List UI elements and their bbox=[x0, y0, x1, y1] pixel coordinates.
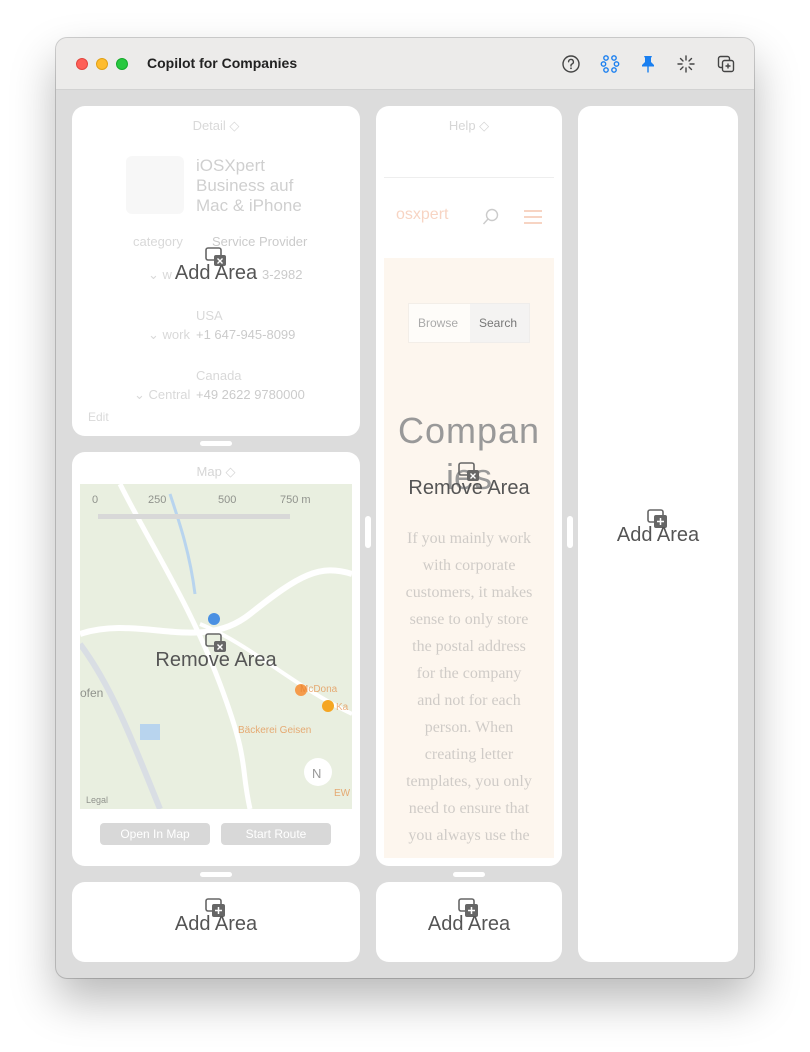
bottom-left-area[interactable]: Add Area bbox=[72, 882, 360, 962]
row1-label: ⌄ w bbox=[148, 267, 172, 282]
window-title: Copilot for Companies bbox=[147, 55, 298, 71]
app-window: Copilot for Companies Detail ◇ iOSXpert … bbox=[56, 38, 754, 978]
help-remove-area-label[interactable]: Remove Area bbox=[408, 477, 529, 500]
help-logo: osxpert bbox=[396, 206, 449, 223]
help-body-line: for the company bbox=[416, 665, 522, 682]
map-resize-handle[interactable] bbox=[200, 872, 232, 877]
column-divider-2[interactable] bbox=[567, 516, 573, 548]
map-header: Map ◇ bbox=[196, 464, 236, 479]
help-body-line: need to ensure that bbox=[408, 800, 530, 817]
close-window-button[interactable] bbox=[76, 58, 88, 70]
help-panel[interactable]: Help ◇ osxpert Browse Search Compan ies … bbox=[376, 106, 562, 866]
scale-0: 0 bbox=[92, 494, 99, 506]
title-bar: Copilot for Companies bbox=[56, 38, 754, 90]
help-header: Help ◇ bbox=[448, 118, 490, 133]
bottom-mid-add-area-label[interactable]: Add Area bbox=[428, 913, 510, 936]
help-heading: Compan bbox=[397, 410, 541, 451]
company-logo bbox=[126, 156, 184, 214]
help-body-line: the postal address bbox=[412, 638, 526, 655]
row2-value: +1 647-945-8099 bbox=[196, 327, 296, 342]
help-body: If you mainly work with corporate customer… bbox=[384, 525, 554, 849]
browse-input: Browse bbox=[418, 316, 459, 330]
start-route-button[interactable]: Start Route bbox=[221, 823, 331, 845]
scale-750: 750 m bbox=[280, 494, 311, 506]
help-body-line: with corporate bbox=[422, 557, 516, 574]
poi-baeckerei: Bäckerei Geisen bbox=[238, 725, 312, 736]
company-name-line2: Business auf bbox=[196, 176, 294, 195]
map-remove-area-label[interactable]: Remove Area bbox=[155, 649, 276, 672]
help-divider bbox=[384, 177, 554, 178]
compass-ew: EW bbox=[334, 788, 351, 799]
minimize-window-button[interactable] bbox=[96, 58, 108, 70]
help-body-line: and not for each bbox=[417, 692, 521, 709]
row2-label: ⌄ work bbox=[148, 327, 190, 342]
detail-resize-handle[interactable] bbox=[200, 441, 232, 446]
scale-bar bbox=[98, 514, 290, 519]
help-body-line: customers, it makes bbox=[405, 584, 533, 601]
map-panel[interactable]: Map ◇ 0 250 500 750 m McDona Ka Bäckerei… bbox=[72, 452, 360, 866]
compass-n: N bbox=[312, 766, 322, 781]
help-body-line: person. When bbox=[424, 719, 514, 736]
row3-label: ⌄ Central bbox=[134, 387, 191, 402]
company-name-line1: iOSXpert bbox=[196, 156, 265, 175]
row1-value: 3-2982 bbox=[262, 267, 303, 282]
help-body-line: If you mainly work bbox=[407, 530, 531, 547]
help-icon[interactable] bbox=[560, 53, 582, 75]
help-search-icon bbox=[482, 208, 499, 225]
detail-header: Detail ◇ bbox=[192, 118, 240, 133]
help-search-button: Search bbox=[479, 316, 518, 330]
open-in-map-button[interactable]: Open In Map bbox=[100, 823, 210, 845]
help-content: Browse Search Compan ies If you mainly w… bbox=[384, 258, 554, 858]
bottom-left-add-area-label[interactable]: Add Area bbox=[175, 913, 257, 936]
scale-250: 250 bbox=[148, 494, 167, 506]
sparkle-icon[interactable] bbox=[675, 53, 697, 75]
column-divider-1[interactable] bbox=[365, 516, 371, 548]
country-canada: Canada bbox=[196, 368, 242, 383]
help-resize-handle[interactable] bbox=[453, 872, 485, 877]
place-ofen: ofen bbox=[80, 686, 104, 700]
poi-ka: Ka bbox=[336, 702, 349, 713]
right-area[interactable]: Add Area bbox=[578, 106, 738, 962]
help-body-line: you always use the bbox=[408, 827, 530, 844]
bottom-mid-area[interactable]: Add Area bbox=[376, 882, 562, 962]
detail-add-area-label[interactable]: Add Area bbox=[175, 262, 257, 285]
help-body-line: creating letter bbox=[424, 746, 514, 763]
help-body-line: templates, you only bbox=[406, 773, 532, 790]
row3-value: +49 2622 9780000 bbox=[196, 387, 305, 402]
pin-icon[interactable] bbox=[637, 53, 659, 75]
hamburger-menu-icon bbox=[524, 210, 542, 224]
help-body-line: sense to only store bbox=[409, 611, 529, 628]
legal-link: Legal bbox=[86, 795, 109, 805]
poi-mcdonalds: McDona bbox=[300, 684, 338, 695]
network-icon[interactable] bbox=[599, 53, 621, 75]
country-usa: USA bbox=[196, 308, 223, 323]
category-label: category bbox=[133, 234, 183, 249]
right-add-area-label[interactable]: Add Area bbox=[617, 524, 699, 547]
new-window-icon[interactable] bbox=[715, 53, 737, 75]
detail-panel[interactable]: Detail ◇ iOSXpert Business auf Mac & iPh… bbox=[72, 106, 360, 436]
scale-500: 500 bbox=[218, 494, 237, 506]
zoom-window-button[interactable] bbox=[116, 58, 128, 70]
company-name-line3: Mac & iPhone bbox=[196, 196, 302, 215]
edit-link: Edit bbox=[88, 410, 109, 424]
